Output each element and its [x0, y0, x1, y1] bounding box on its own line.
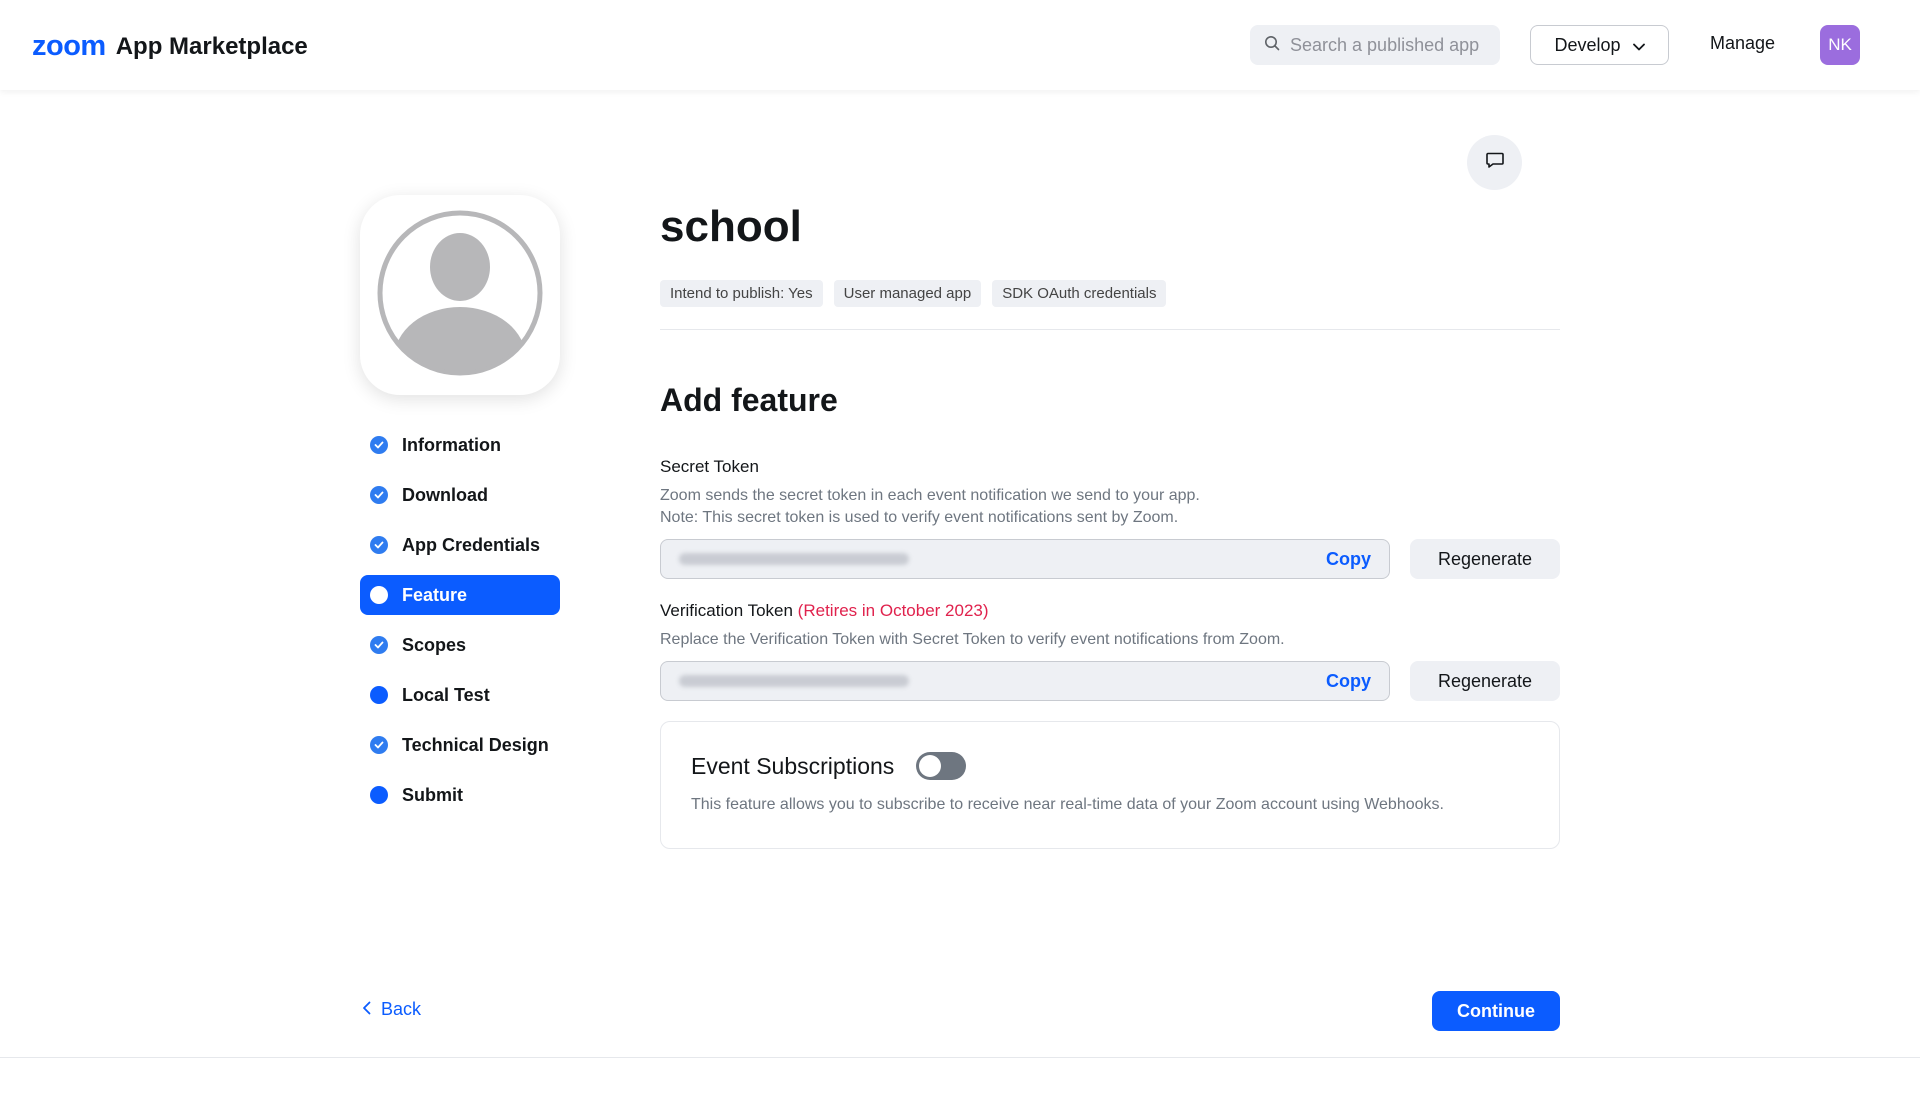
verification-token-row: Copy Regenerate: [660, 661, 1560, 701]
user-avatar[interactable]: NK: [1820, 25, 1860, 65]
pending-step-dot-icon: [370, 786, 388, 804]
search-box[interactable]: [1250, 25, 1500, 65]
step-label: Feature: [402, 584, 468, 605]
step-label: Download: [402, 484, 488, 505]
user-silhouette-icon: [376, 209, 544, 382]
verification-token-label: Verification Token (Retires in October 2…: [660, 601, 1560, 621]
secret-token-label: Secret Token: [660, 457, 759, 476]
masked-secret-token: [679, 553, 909, 565]
masked-verification-token: [679, 675, 909, 687]
retirement-warning: (Retires in October 2023): [797, 601, 989, 620]
back-link[interactable]: Back: [362, 999, 421, 1020]
app-tags: Intend to publish: Yes User managed app …: [660, 280, 1560, 307]
tag-publish-intent: Intend to publish: Yes: [660, 280, 823, 307]
chevron-left-icon: [362, 999, 371, 1020]
app-avatar-image: [360, 195, 560, 395]
step-label: Local Test: [402, 684, 490, 705]
copy-secret-token-button[interactable]: Copy: [1326, 549, 1371, 570]
marketplace-title: App Marketplace: [115, 32, 308, 60]
step-feature[interactable]: Feature: [360, 575, 560, 615]
step-download[interactable]: Download: [360, 475, 560, 515]
tag-app-type: User managed app: [833, 280, 982, 307]
zoom-marketplace-logo[interactable]: zoom App Marketplace: [32, 30, 308, 63]
step-information[interactable]: Information: [360, 425, 560, 465]
main-content: school Intend to publish: Yes User manag…: [660, 200, 1560, 849]
check-circle-icon: [370, 486, 388, 504]
step-label: App Credentials: [402, 534, 541, 555]
step-label: Information: [402, 434, 501, 455]
chat-bubble-icon: [1485, 150, 1505, 175]
event-subscriptions-description: This feature allows you to subscribe to …: [691, 796, 1444, 813]
step-label: Submit: [402, 784, 463, 805]
top-navigation-bar: zoom App Marketplace Develop Manage NK: [0, 0, 1920, 90]
step-label: Technical Design: [402, 734, 549, 755]
check-circle-icon: [370, 536, 388, 554]
verification-token-section: Verification Token (Retires in October 2…: [660, 601, 1560, 701]
pending-step-dot-icon: [370, 686, 388, 704]
chevron-down-icon: [1632, 35, 1645, 56]
step-navigation: Information Download App Credentials Fea…: [360, 425, 560, 825]
event-subscriptions-toggle[interactable]: [916, 752, 967, 780]
develop-label: Develop: [1554, 34, 1621, 55]
step-label: Scopes: [402, 634, 467, 655]
search-icon: [1264, 35, 1280, 56]
event-subscriptions-card: Event Subscriptions This feature allows …: [660, 721, 1560, 849]
manage-link[interactable]: Manage: [1710, 33, 1775, 54]
regenerate-secret-token-button[interactable]: Regenerate: [1410, 539, 1560, 579]
check-circle-icon: [370, 636, 388, 654]
zoom-logo-text: zoom: [32, 30, 106, 62]
secret-token-section: Secret Token Zoom sends the secret token…: [660, 457, 1560, 579]
develop-dropdown[interactable]: Develop: [1530, 25, 1669, 65]
current-step-dot-icon: [370, 586, 388, 604]
secret-token-field[interactable]: Copy: [660, 539, 1390, 579]
app-name-title: school: [660, 202, 802, 251]
regenerate-verification-token-button[interactable]: Regenerate: [1410, 661, 1560, 701]
secret-token-desc-line2: Note: This secret token is used to verif…: [660, 509, 1179, 526]
event-subscriptions-header: Event Subscriptions: [691, 752, 1529, 780]
verification-token-field[interactable]: Copy: [660, 661, 1390, 701]
footer-divider: [0, 1057, 1920, 1058]
step-technical-design[interactable]: Technical Design: [360, 725, 560, 765]
check-circle-icon: [370, 436, 388, 454]
secret-token-desc-line1: Zoom sends the secret token in each even…: [660, 487, 1200, 504]
section-divider: [660, 329, 1560, 330]
check-circle-icon: [370, 736, 388, 754]
toggle-knob: [919, 755, 942, 777]
step-app-credentials[interactable]: App Credentials: [360, 525, 560, 565]
continue-button[interactable]: Continue: [1432, 991, 1560, 1031]
feedback-chat-button[interactable]: [1467, 135, 1522, 190]
event-subscriptions-title: Event Subscriptions: [691, 752, 895, 779]
back-label: Back: [381, 999, 422, 1019]
step-scopes[interactable]: Scopes: [360, 625, 560, 665]
verification-token-description: Replace the Verification Token with Secr…: [660, 631, 1285, 648]
step-local-test[interactable]: Local Test: [360, 675, 560, 715]
step-submit[interactable]: Submit: [360, 775, 560, 815]
copy-verification-token-button[interactable]: Copy: [1326, 671, 1371, 692]
verification-token-title: Verification Token: [660, 601, 793, 620]
secret-token-description: Zoom sends the secret token in each even…: [660, 485, 1560, 529]
add-feature-heading: Add feature: [660, 382, 838, 418]
search-input[interactable]: [1290, 34, 1490, 56]
tag-credential-type: SDK OAuth credentials: [992, 280, 1167, 307]
secret-token-row: Copy Regenerate: [660, 539, 1560, 579]
